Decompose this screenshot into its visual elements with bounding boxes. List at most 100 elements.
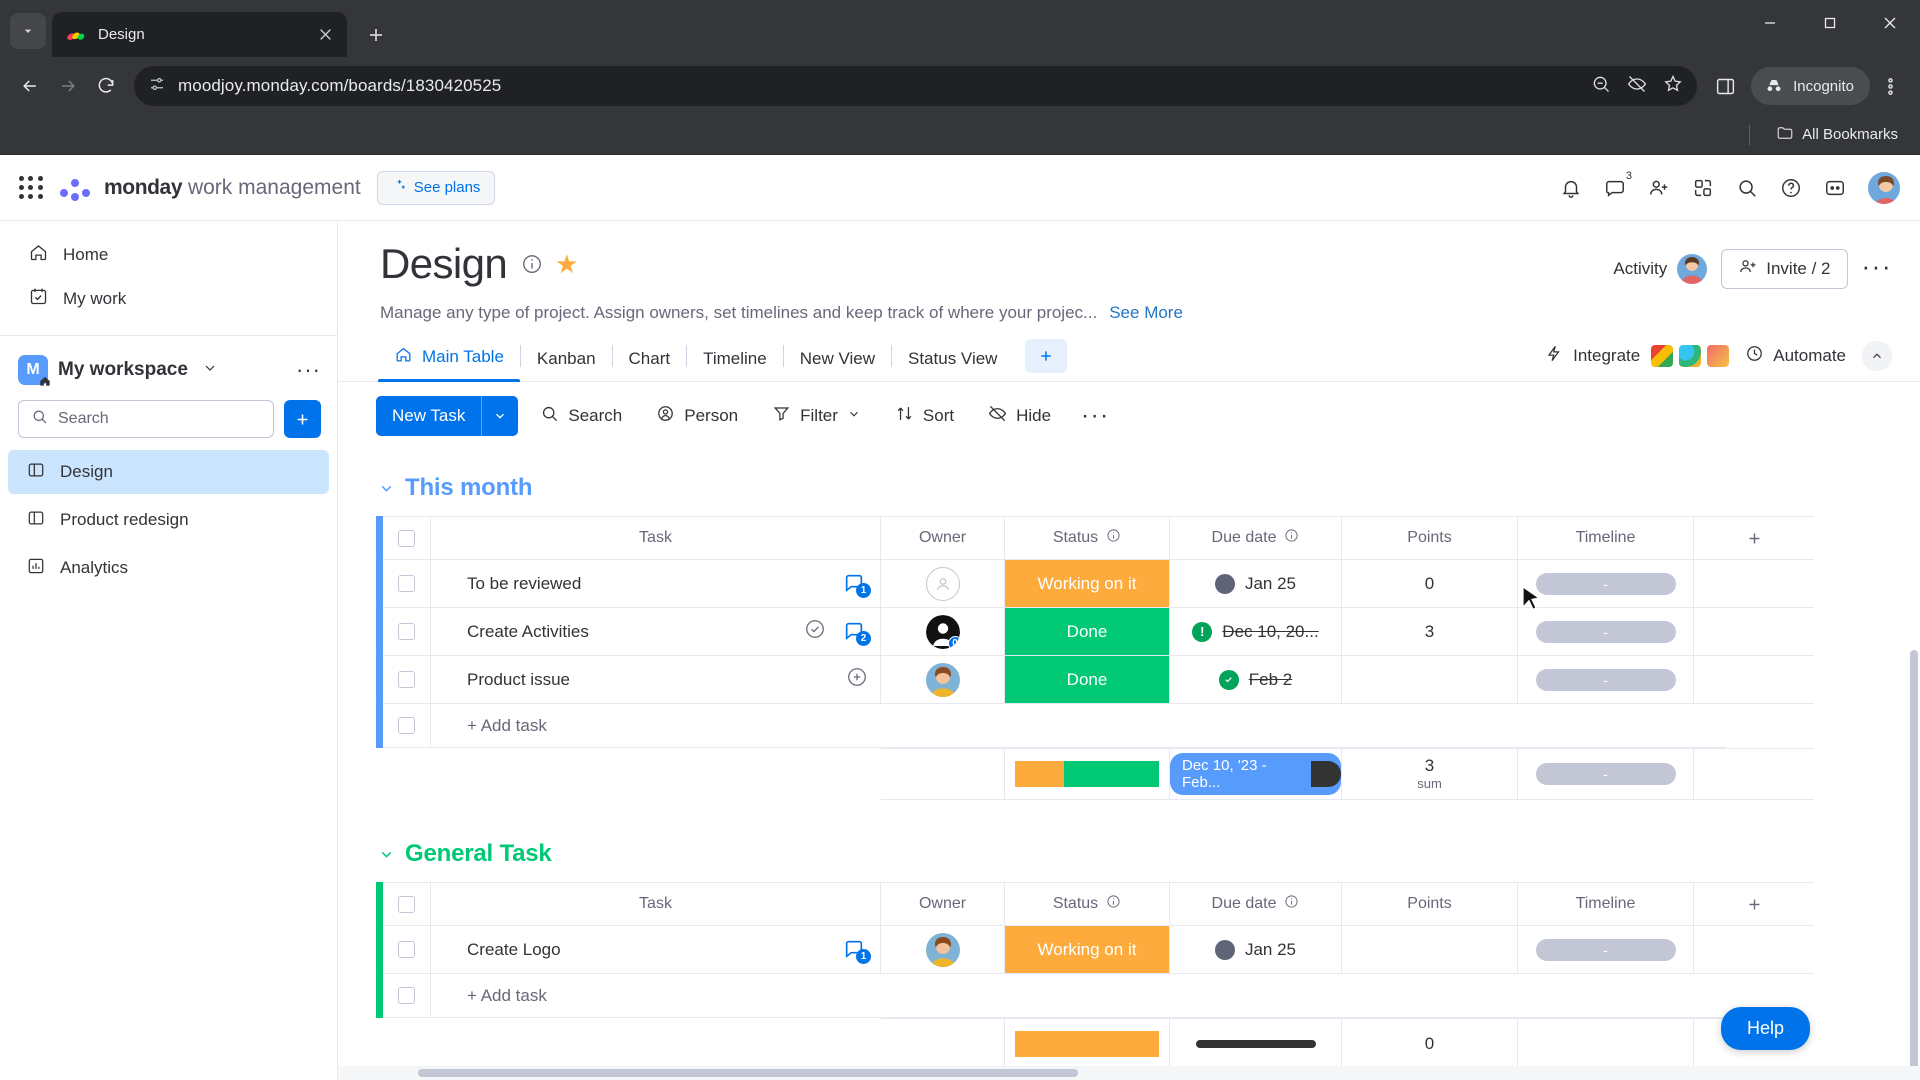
select-all-checkbox[interactable] bbox=[398, 529, 415, 547]
sidebar-item-design[interactable]: Design bbox=[8, 450, 329, 494]
conversation-icon[interactable]: 2 bbox=[842, 620, 871, 646]
column-header-status[interactable]: Status bbox=[1005, 882, 1170, 926]
timeline-cell[interactable]: - bbox=[1518, 656, 1694, 704]
summary-timeline-cell[interactable]: - bbox=[1518, 748, 1694, 800]
add-board-button[interactable] bbox=[283, 400, 321, 438]
owner-cell[interactable]: 0 bbox=[881, 608, 1005, 656]
timeline-cell[interactable]: - bbox=[1518, 926, 1694, 974]
row-checkbox[interactable] bbox=[398, 717, 415, 734]
new-tab-button[interactable] bbox=[359, 18, 393, 52]
points-cell[interactable]: 3 bbox=[1342, 608, 1518, 656]
workspace-more-icon[interactable]: ··· bbox=[296, 359, 321, 381]
sort-button[interactable]: Sort bbox=[883, 397, 966, 435]
group-collapse-icon[interactable] bbox=[378, 480, 395, 497]
back-button[interactable] bbox=[12, 68, 48, 104]
timeline-cell[interactable]: - bbox=[1518, 608, 1694, 656]
monday-logo[interactable]: monday work management bbox=[60, 175, 361, 201]
tab-timeline[interactable]: Timeline bbox=[687, 339, 783, 381]
due-date-info-icon[interactable] bbox=[1284, 894, 1299, 914]
table-row[interactable]: To be reviewed 1 Working on it Jan 25 0 … bbox=[376, 560, 1814, 608]
add-task-label[interactable]: + Add task bbox=[431, 704, 1726, 748]
due-date-cell[interactable]: Jan 25 bbox=[1170, 560, 1342, 608]
tab-status-view[interactable]: Status View bbox=[892, 339, 1013, 381]
tab-new-view[interactable]: New View bbox=[784, 339, 891, 381]
column-header-task[interactable]: Task bbox=[431, 882, 881, 926]
avatar[interactable] bbox=[925, 662, 960, 697]
tab-chart[interactable]: Chart bbox=[613, 339, 687, 381]
bell-icon[interactable] bbox=[1552, 169, 1590, 207]
column-header-task[interactable]: Task bbox=[431, 516, 881, 560]
add-column-button[interactable] bbox=[1694, 516, 1814, 560]
activity-button[interactable]: Activity bbox=[1613, 254, 1708, 284]
help-button[interactable]: Help bbox=[1720, 1007, 1810, 1050]
column-header-owner[interactable]: Owner bbox=[881, 516, 1005, 560]
forward-button[interactable] bbox=[50, 68, 86, 104]
column-header-points[interactable]: Points bbox=[1342, 882, 1518, 926]
integrate-button[interactable]: Integrate bbox=[1545, 344, 1730, 368]
avatar[interactable] bbox=[925, 932, 960, 967]
toolbar-more-icon[interactable]: ··· bbox=[1073, 404, 1117, 428]
browser-tab[interactable]: Design bbox=[52, 12, 347, 57]
horizontal-scrollbar[interactable] bbox=[338, 1066, 1920, 1080]
summary-points-cell[interactable]: 0 bbox=[1342, 1018, 1518, 1070]
add-task-row[interactable]: + Add task bbox=[376, 974, 1726, 1018]
side-panel-icon[interactable] bbox=[1707, 68, 1743, 104]
status-cell[interactable]: Done bbox=[1005, 656, 1170, 704]
task-cell[interactable]: To be reviewed 1 bbox=[431, 560, 881, 608]
add-view-button[interactable] bbox=[1025, 339, 1068, 373]
table-row[interactable]: Create Activities 2 0 Done ! Dec 10, 20.… bbox=[376, 608, 1814, 656]
apps-icon[interactable] bbox=[1684, 169, 1722, 207]
zoom-out-icon[interactable] bbox=[1591, 74, 1611, 99]
reload-button[interactable] bbox=[88, 68, 124, 104]
points-cell[interactable]: 0 bbox=[1342, 560, 1518, 608]
status-info-icon[interactable] bbox=[1106, 528, 1121, 548]
summary-due-date-cell[interactable]: Dec 10, '23 - Feb... bbox=[1170, 748, 1342, 800]
person-filter-button[interactable]: Person bbox=[644, 397, 750, 435]
status-info-icon[interactable] bbox=[1106, 894, 1121, 914]
filter-button[interactable]: Filter bbox=[760, 397, 873, 435]
timeline-cell[interactable]: - bbox=[1518, 560, 1694, 608]
browser-menu-icon[interactable] bbox=[1872, 68, 1908, 104]
conversation-icon[interactable]: 1 bbox=[842, 938, 871, 964]
points-cell[interactable] bbox=[1342, 926, 1518, 974]
window-close-button[interactable] bbox=[1860, 0, 1920, 46]
see-more-link[interactable]: See More bbox=[1109, 303, 1183, 323]
column-header-due-date[interactable]: Due date bbox=[1170, 516, 1342, 560]
invite-members-icon[interactable] bbox=[1640, 169, 1678, 207]
search-button[interactable]: Search bbox=[528, 397, 634, 435]
group-title[interactable]: General Task bbox=[405, 840, 552, 868]
column-header-timeline[interactable]: Timeline bbox=[1518, 516, 1694, 560]
add-column-button[interactable] bbox=[1694, 882, 1814, 926]
address-bar[interactable]: moodjoy.monday.com/boards/1830420525 bbox=[134, 66, 1698, 106]
chevron-down-icon[interactable] bbox=[482, 409, 518, 423]
hide-button[interactable]: Hide bbox=[976, 397, 1063, 435]
table-row[interactable]: Product issue Done Feb 2 - bbox=[376, 656, 1814, 704]
due-date-info-icon[interactable] bbox=[1284, 528, 1299, 548]
task-cell[interactable]: Create Logo 1 bbox=[431, 926, 881, 974]
search-box[interactable] bbox=[18, 400, 274, 438]
status-cell[interactable]: Working on it bbox=[1005, 926, 1170, 974]
workspace-selector[interactable]: M My workspace ··· bbox=[0, 348, 337, 392]
due-date-cell[interactable]: Jan 25 bbox=[1170, 926, 1342, 974]
table-row[interactable]: Create Logo 1 Working on it Jan 25 - bbox=[376, 926, 1814, 974]
chevron-down-icon[interactable] bbox=[847, 406, 861, 426]
tab-main-table[interactable]: Main Table bbox=[378, 335, 520, 382]
row-select-cell[interactable] bbox=[383, 656, 431, 704]
new-task-button[interactable]: New Task bbox=[376, 396, 519, 436]
invite-button[interactable]: Invite / 2 bbox=[1721, 249, 1848, 289]
add-conversation-icon[interactable] bbox=[846, 666, 868, 693]
incognito-indicator[interactable]: Incognito bbox=[1751, 67, 1870, 105]
sidebar-item-product-redesign[interactable]: Product redesign bbox=[8, 498, 329, 542]
column-header-points[interactable]: Points bbox=[1342, 516, 1518, 560]
all-bookmarks-button[interactable]: All Bookmarks bbox=[1768, 120, 1906, 150]
avatar[interactable]: 0 bbox=[925, 614, 960, 649]
due-date-cell[interactable]: ! Dec 10, 20... bbox=[1170, 608, 1342, 656]
minimize-button[interactable] bbox=[1740, 0, 1800, 46]
task-cell[interactable]: Create Activities 2 bbox=[431, 608, 881, 656]
status-cell[interactable]: Working on it bbox=[1005, 560, 1170, 608]
close-icon[interactable] bbox=[313, 23, 337, 47]
collapse-header-button[interactable] bbox=[1862, 341, 1892, 371]
see-plans-button[interactable]: See plans bbox=[376, 170, 496, 205]
column-header-timeline[interactable]: Timeline bbox=[1518, 882, 1694, 926]
owner-cell[interactable] bbox=[881, 926, 1005, 974]
